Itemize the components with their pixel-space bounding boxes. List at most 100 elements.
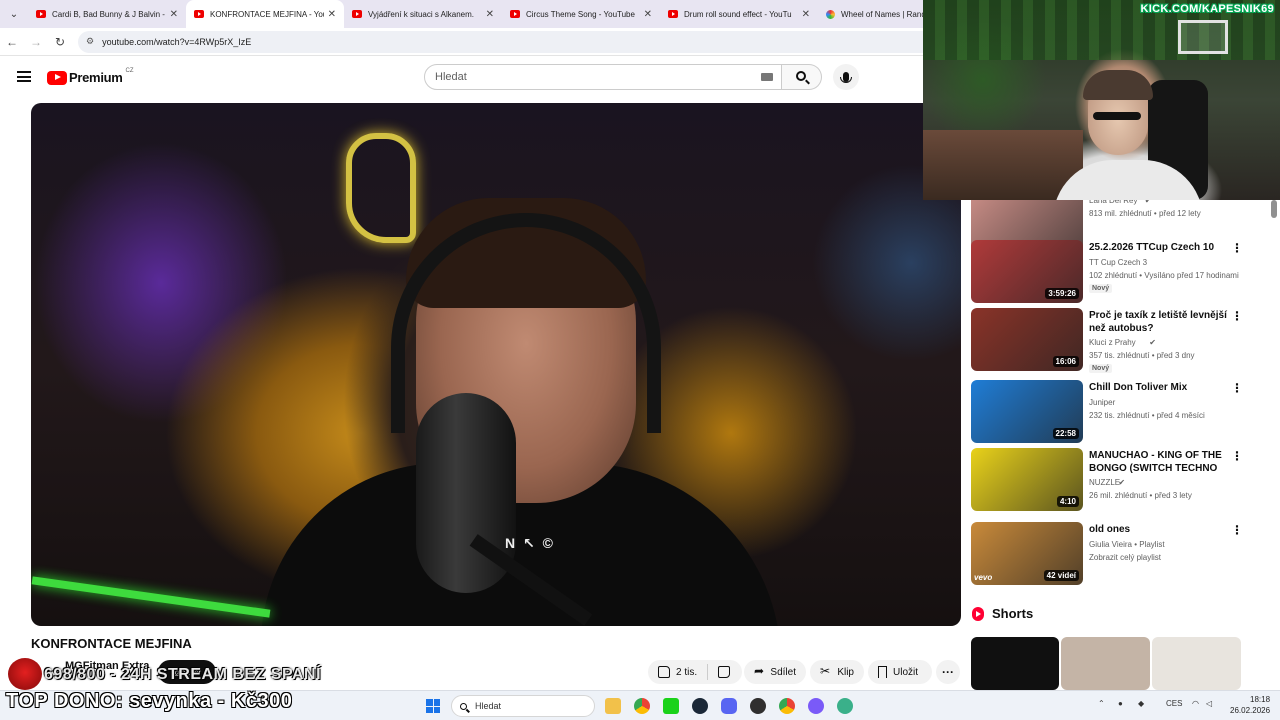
close-tab-icon[interactable]: ✕ [170,9,178,20]
forward-icon[interactable]: → [24,35,48,49]
save-label: Uložit [893,666,919,678]
recommendation-channel[interactable]: NUZZLE [1089,478,1120,487]
shorts-header: Shorts [972,606,1033,621]
channel-avatar[interactable] [8,658,42,690]
recommendation-thumbnail[interactable]: 4:10 [971,448,1083,511]
screen: ⌄ Cardi B, Bad Bunny & J Balvin - ✕ KONFRO… [0,0,1280,720]
recommendation-item[interactable]: 16:06 Proč je taxík z letiště levnější ne… [971,308,1271,376]
voice-search-button[interactable] [833,64,859,90]
close-tab-icon[interactable]: ✕ [328,9,336,20]
file-explorer-icon[interactable] [605,698,621,714]
recommendation-item[interactable]: 3:59:26 25.2.2026 TTCup Czech 10 TT Cup Cz… [971,240,1271,308]
more-options-icon[interactable]: ⋮ [1231,310,1243,322]
youtube-header: Premium CZ Hledat [0,56,960,100]
country-code: CZ [125,67,134,74]
search-input[interactable]: Hledat [424,64,782,90]
more-options-icon[interactable]: ⋮ [1231,382,1243,394]
new-badge: Nový [1089,284,1113,293]
verified-icon: ✔ [1149,338,1156,347]
recommendation-channel[interactable]: TT Cup Czech 3 [1089,258,1147,267]
tray-overflow-icon[interactable]: ⌃ [1098,699,1105,708]
site-settings-icon[interactable]: ⚙ [86,36,94,47]
search-icon [795,71,806,81]
tray-security-icon[interactable]: ◆ [1138,699,1144,708]
chrome-profile-icon[interactable] [779,698,795,714]
recommendation-channel[interactable]: Giulia Vieira • Playlist [1089,540,1165,549]
sidebar-scrollbar[interactable] [1271,200,1277,218]
reload-icon[interactable]: ↻ [48,35,72,49]
like-icon[interactable] [658,666,670,678]
share-label: Sdílet [770,666,796,678]
close-tab-icon[interactable]: ✕ [802,9,810,20]
browser-tab[interactable]: Cardi B, Bad Bunny & J Balvin - ✕ [28,0,186,28]
system-clock[interactable]: 18:18 26.02.2026 [1230,694,1270,716]
short-thumbnail[interactable] [971,637,1059,690]
steam-icon[interactable] [692,698,708,714]
recommendation-item[interactable]: 22:58 Chill Don Toliver Mix Juniper 232 tis… [971,380,1271,448]
browser-tab[interactable]: Drum roll sound effect - YouTu ✕ [660,0,818,28]
browser-tab[interactable]: Vyjádření k situaci s Alkanem. ✕ [344,0,502,28]
recommendation-title: MANUCHAO - KING OF THE BONGO (SWITCH TEC… [1089,450,1222,474]
share-icon [754,664,764,678]
search-button[interactable] [782,64,822,90]
browser-tab[interactable]: KONFRONTACE MEJFINA - You ✕ [186,0,344,28]
short-thumbnail[interactable] [1061,637,1150,690]
start-icon[interactable] [426,699,440,713]
more-options-icon[interactable]: ⋮ [1231,242,1243,254]
recommendation-channel[interactable]: Lana Del Rey [1089,200,1137,205]
more-actions-icon[interactable]: ··· [936,660,960,684]
close-tab-icon[interactable]: ✕ [644,9,652,20]
obs-icon[interactable] [750,698,766,714]
duration-badge: 42 videí [1043,570,1079,581]
recommendation-thumbnail[interactable]: 42 videí vevo [971,522,1083,585]
recommendation-thumbnail[interactable]: 16:06 [971,308,1083,371]
more-options-icon[interactable]: ⋮ [1231,524,1243,536]
settings-app-icon[interactable] [808,698,824,714]
chrome-icon[interactable] [634,698,650,714]
dislike-icon[interactable] [718,666,731,678]
shorts-title: Shorts [992,606,1034,621]
tray-app-icon[interactable]: ● [1118,699,1123,708]
taskbar-search[interactable]: Hledat [451,695,595,717]
back-icon[interactable]: ← [0,35,24,49]
clip-button[interactable]: Klip [810,660,864,684]
verified-icon: ✔ [1144,200,1152,205]
recommendation-item[interactable]: 4:10 MANUCHAO - KING OF THE BONGO (SWITCH… [971,448,1271,516]
tab-title: Cardi B, Bad Bunny & J Balvin - [52,9,165,19]
recommendation-thumbnail[interactable]: 3:59:26 [971,240,1083,303]
like-count[interactable]: 2 tis. [676,667,697,678]
close-tab-icon[interactable]: ✕ [486,9,494,20]
short-thumbnail[interactable] [1152,637,1241,690]
recommendation-meta: 232 tis. zhlédnutí • před 4 měsíci [1089,411,1205,420]
recommendation-title: Chill Don Toliver Mix [1089,382,1188,393]
discord-icon[interactable] [721,698,737,714]
recommendation-channel[interactable]: Juniper [1089,398,1115,407]
verified-icon: ✔ [1118,478,1126,487]
volume-icon[interactable]: ◁ [1206,699,1212,708]
bookmark-icon [878,666,887,678]
menu-icon[interactable] [17,71,31,82]
neon-sign [346,133,416,243]
browser-tab[interactable]: Circus Theme Song - YouTube ✕ [502,0,660,28]
recommendation-meta: 26 mil. zhlédnutí • před 3 lety [1089,491,1192,500]
kick-app-icon[interactable] [663,698,679,714]
recommendation-thumbnail[interactable]: 22:58 [971,380,1083,443]
video-player[interactable]: N ↖ © [31,103,961,626]
more-options-icon[interactable]: ⋮ [1231,450,1243,462]
search-placeholder: Hledat [435,71,467,83]
share-button[interactable]: Sdílet [744,660,806,684]
vevo-logo: vevo [974,573,993,582]
recommendation-channel[interactable]: Kluci z Prahy [1089,338,1136,347]
language-indicator[interactable]: CES [1166,699,1182,708]
tab-title: KONFRONTACE MEJFINA - You [210,9,324,19]
save-button[interactable]: Uložit [868,660,932,684]
taskbar-search-label: Hledat [475,701,502,711]
clock-time: 18:18 [1250,695,1271,704]
top-donation-overlay: TOP DONO: sevynka - Kč300 [6,690,293,712]
wifi-icon[interactable]: ◠ [1192,699,1199,708]
youtube-logo[interactable]: Premium CZ [47,67,134,85]
recommendation-item[interactable]: 42 videí vevo old ones Giulia Vieira • Play… [971,522,1271,590]
keyboard-icon[interactable] [761,73,773,81]
tab-search-icon[interactable]: ⌄ [0,0,28,28]
network-app-icon[interactable] [837,698,853,714]
